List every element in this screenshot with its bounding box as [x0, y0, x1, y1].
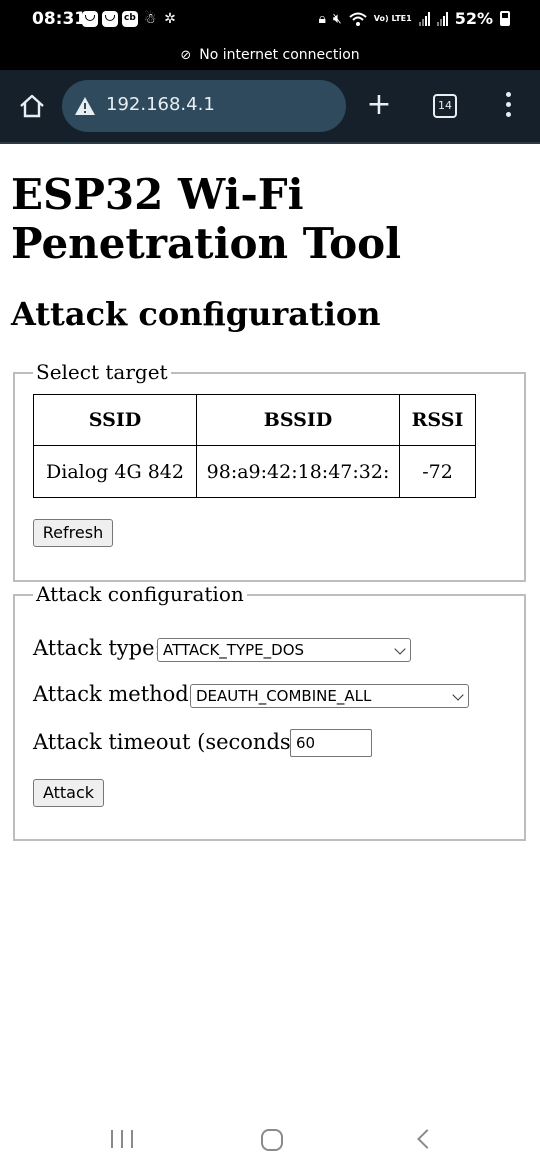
home-icon[interactable]: [18, 92, 46, 120]
cell-ssid: Dialog 4G 842: [33, 445, 197, 498]
network-type-label: Vo) LTE1: [373, 13, 412, 23]
system-nav-bar: [0, 1110, 540, 1170]
mute-icon: 🔇︎: [332, 10, 342, 27]
offline-banner: ⊘ No internet connection: [0, 40, 540, 70]
new-tab-button[interactable]: +: [366, 90, 392, 120]
select-target-fieldset: Select target SSID BSSID RSSI Dialog 4G …: [13, 360, 526, 582]
notification-app-icon: [102, 11, 118, 27]
attack-configuration-legend: Attack configuration: [33, 582, 247, 606]
address-bar[interactable]: 192.168.4.1: [62, 80, 346, 132]
refresh-button[interactable]: Refresh: [33, 519, 113, 547]
attack-type-select[interactable]: ATTACK_TYPE_DOS: [157, 638, 411, 662]
table-row[interactable]: Dialog 4G 842 98:a9:42:18:47:32: -72: [33, 445, 476, 498]
notification-icons: ☃ ✲: [82, 11, 178, 27]
attack-method-label: Attack method:: [33, 682, 196, 706]
chevron-down-icon: [452, 689, 464, 701]
more-menu-icon[interactable]: [500, 92, 516, 120]
tab-switcher-button[interactable]: 14: [433, 94, 457, 118]
attack-method-value: DEAUTH_COMBINE_ALL: [196, 687, 372, 705]
cloud-off-icon: ⊘: [180, 48, 192, 63]
table-header-row: SSID BSSID RSSI: [33, 394, 476, 446]
home-button-icon[interactable]: [261, 1129, 283, 1151]
warning-icon[interactable]: [74, 95, 96, 117]
status-bar: 08:31 ☃ ✲ 🔒︎ 🔇︎ Vo) LTE1 52%: [0, 0, 540, 40]
attack-type-value: ATTACK_TYPE_DOS: [163, 641, 305, 659]
page-title: ESP32 Wi-Fi Penetration Tool: [11, 170, 402, 268]
attack-button[interactable]: Attack: [33, 779, 104, 807]
signal-icon: [436, 11, 448, 26]
signal-icon: [418, 11, 430, 26]
recent-apps-icon[interactable]: [111, 1130, 133, 1148]
battery-percent: 52%: [454, 9, 493, 28]
section-heading: Attack configuration: [11, 295, 381, 333]
attack-method-select[interactable]: DEAUTH_COMBINE_ALL: [190, 684, 469, 708]
notification-app-icon: [82, 11, 98, 27]
status-time: 08:31: [32, 9, 87, 29]
column-header-bssid: BSSID: [196, 394, 400, 446]
browser-toolbar: 192.168.4.1 + 14: [0, 70, 540, 144]
chevron-down-icon: [394, 643, 406, 655]
cell-rssi: -72: [399, 445, 476, 498]
cell-bssid: 98:a9:42:18:47:32:: [196, 445, 400, 498]
column-header-rssi: RSSI: [399, 394, 476, 446]
column-header-ssid: SSID: [33, 394, 197, 446]
attack-configuration-fieldset: Attack configuration Attack type: ATTACK…: [13, 582, 526, 841]
notification-cb-icon: [122, 11, 138, 27]
offline-text: No internet connection: [199, 47, 360, 63]
select-target-legend: Select target: [33, 360, 171, 384]
battery-icon: [500, 11, 510, 26]
url-text: 192.168.4.1: [106, 94, 215, 115]
targets-table: SSID BSSID RSSI Dialog 4G 842 98:a9:42:1…: [33, 394, 476, 498]
lock-icon: 🔒︎: [318, 10, 326, 27]
back-icon[interactable]: [417, 1129, 437, 1149]
attack-timeout-label: Attack timeout (seconds):: [33, 730, 306, 754]
attack-type-label: Attack type:: [33, 636, 162, 660]
notification-bug-icon: ✲: [164, 11, 176, 27]
status-icons: 🔒︎ 🔇︎ Vo) LTE1 52%: [318, 9, 510, 28]
notification-person-icon: ☃: [143, 11, 157, 27]
wifi-icon: [349, 12, 367, 26]
attack-timeout-input[interactable]: 60: [290, 729, 372, 757]
